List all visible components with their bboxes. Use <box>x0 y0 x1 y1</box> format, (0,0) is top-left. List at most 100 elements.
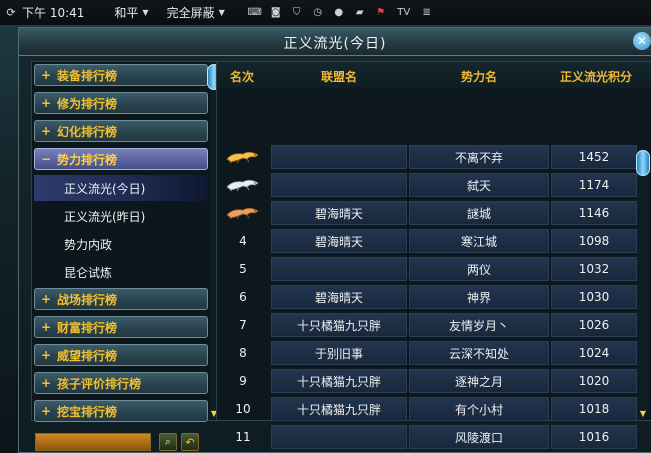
table-row[interactable]: 6 碧海晴天 神界 1030 <box>217 284 637 310</box>
sidebar-category-label: 战场排行榜 <box>57 292 118 307</box>
shield-icon[interactable]: ⛉ <box>289 6 305 20</box>
table-row[interactable]: 弑天 1174 <box>217 172 637 198</box>
flag-icon[interactable]: ⚑ <box>373 6 389 20</box>
table-row[interactable]: 10 十只橘猫九只胖 有个小村 1018 <box>217 396 637 422</box>
column-header-force[interactable]: 势力名 <box>409 68 549 85</box>
sidebar-category[interactable]: + 威望排行榜 <box>34 344 208 366</box>
cell-force: 云深不知处 <box>409 341 549 365</box>
expand-icon: + <box>40 96 52 110</box>
pk-mode-dropdown[interactable]: 和平 ▼ <box>110 0 148 26</box>
search-input[interactable] <box>35 433 151 451</box>
sidebar-category-label: 修为排行榜 <box>57 96 118 111</box>
sidebar-category[interactable]: + 装备排行榜 <box>34 64 208 86</box>
sidebar-category-label: 势力排行榜 <box>57 152 118 167</box>
cell-alliance <box>271 145 407 169</box>
sidebar-category[interactable]: − 势力排行榜 <box>34 148 208 170</box>
cell-score: 1032 <box>551 257 637 281</box>
table-row[interactable]: 8 于别旧事 云深不知处 1024 <box>217 340 637 366</box>
cell-alliance: 碧海晴天 <box>271 201 407 225</box>
sidebar-category-label: 威望排行榜 <box>57 348 118 363</box>
cell-alliance <box>271 425 407 449</box>
expand-icon: + <box>40 348 52 362</box>
table-row[interactable]: 碧海晴天 謎城 1146 <box>217 200 637 226</box>
cell-force: 有个小村 <box>409 397 549 421</box>
leopard-medal-icon <box>225 149 261 165</box>
leopard-medal-icon <box>225 205 261 221</box>
expand-icon: + <box>40 68 52 82</box>
sidebar-subitem[interactable]: 昆仑试炼 <box>34 259 208 285</box>
top-status-bar: ⟳ 下午 10:41 和平 ▼ 完全屏蔽 ▼ ⌨ ◙ ⛉ ◷ ● ▰ ⚑ TV … <box>0 0 651 26</box>
cell-score: 1024 <box>551 341 637 365</box>
cell-alliance <box>271 173 407 197</box>
sidebar-category-label: 幻化排行榜 <box>57 124 118 139</box>
leopard-medal-icon <box>225 177 261 193</box>
table-scrollbar[interactable]: ▼ <box>636 150 650 420</box>
sidebar-category-label: 孩子评价排行榜 <box>57 376 142 391</box>
cell-score: 1018 <box>551 397 637 421</box>
expand-icon: + <box>40 124 52 138</box>
chevron-down-icon: ▼ <box>142 8 149 17</box>
cell-rank: 7 <box>239 318 247 332</box>
sidebar-category[interactable]: + 挖宝排行榜 <box>34 400 208 422</box>
cell-force: 逐神之月 <box>409 369 549 393</box>
sidebar-subitem[interactable]: 正义流光(今日) <box>34 175 208 201</box>
table-header: 名次 联盟名 势力名 正义流光积分 <box>217 62 651 88</box>
table-row[interactable]: 9 十只橘猫九只胖 逐神之月 1020 <box>217 368 637 394</box>
cell-rank: 8 <box>239 346 247 360</box>
cell-alliance: 碧海晴天 <box>271 229 407 253</box>
cell-force: 不离不弃 <box>409 145 549 169</box>
sidebar-category[interactable]: + 孩子评价排行榜 <box>34 372 208 394</box>
column-header-rank[interactable]: 名次 <box>219 68 265 85</box>
cell-score: 1026 <box>551 313 637 337</box>
close-button[interactable]: ✕ <box>633 32 651 50</box>
sidebar-category[interactable]: + 修为排行榜 <box>34 92 208 114</box>
cell-rank: 4 <box>239 234 247 248</box>
cell-force: 神界 <box>409 285 549 309</box>
refresh-icon[interactable]: ⟳ <box>4 6 18 20</box>
cell-rank <box>219 201 267 225</box>
game-screen: ⟳ 下午 10:41 和平 ▼ 完全屏蔽 ▼ ⌨ ◙ ⛉ ◷ ● ▰ ⚑ TV … <box>0 0 651 453</box>
table-row[interactable]: 不离不弃 1452 <box>217 144 637 170</box>
tv-icon[interactable]: TV <box>394 6 414 20</box>
time-group: ⟳ 下午 10:41 <box>4 0 84 26</box>
ranking-window: 正义流光(今日) ✕ + 装备排行榜 + 修为排行榜 + 幻化排行榜 − 势力排行榜 正义流光(… <box>18 27 651 453</box>
cell-score: 1030 <box>551 285 637 309</box>
table-scroll-thumb[interactable] <box>636 150 650 176</box>
chat-icon[interactable]: ● <box>331 6 347 20</box>
cell-alliance: 碧海晴天 <box>271 285 407 309</box>
close-icon: ✕ <box>636 34 648 48</box>
sidebar-category-label: 装备排行榜 <box>57 68 118 83</box>
clock-text: 下午 10:41 <box>22 6 85 20</box>
clock-icon[interactable]: ◷ <box>310 6 326 20</box>
column-header-score[interactable]: 正义流光积分 <box>549 68 643 85</box>
camera-icon[interactable]: ◙ <box>268 6 284 20</box>
cell-alliance: 十只橘猫九只胖 <box>271 313 407 337</box>
cell-score: 1452 <box>551 145 637 169</box>
table-row[interactable]: 5 两仪 1032 <box>217 256 637 282</box>
sidebar-category-label: 财富排行榜 <box>57 320 118 335</box>
table-row[interactable]: 4 碧海晴天 寒江城 1098 <box>217 228 637 254</box>
cell-rank <box>219 173 267 197</box>
table-row[interactable]: 11 风陵渡口 1016 <box>217 424 637 450</box>
sidebar-subitem[interactable]: 正义流光(昨日) <box>34 203 208 229</box>
cell-force: 两仪 <box>409 257 549 281</box>
sidebar-category[interactable]: + 幻化排行榜 <box>34 120 208 142</box>
reset-button[interactable]: ↶ <box>181 433 199 451</box>
column-header-alliance[interactable]: 联盟名 <box>271 68 407 85</box>
cell-score: 1098 <box>551 229 637 253</box>
table-row[interactable]: 7 十只橘猫九只胖 友情岁月丶 1026 <box>217 312 637 338</box>
message-icon[interactable]: ▰ <box>352 6 368 20</box>
cell-force: 友情岁月丶 <box>409 313 549 337</box>
keyboard-icon[interactable]: ⌨ <box>247 6 263 20</box>
cell-alliance: 十只橘猫九只胖 <box>271 369 407 393</box>
search-button[interactable]: ⌕ <box>159 433 177 451</box>
sidebar-category[interactable]: + 财富排行榜 <box>34 316 208 338</box>
screen-filter-label: 完全屏蔽 <box>166 6 215 20</box>
sidebar-category[interactable]: + 战场排行榜 <box>34 288 208 310</box>
ranking-table: 名次 联盟名 势力名 正义流光积分 不离不弃 1452 弑天 1174 碧海晴天 謎城 11… <box>216 61 651 449</box>
scroll-down-arrow-icon[interactable]: ▼ <box>637 408 649 418</box>
collapse-icon: − <box>40 152 52 166</box>
sidebar-subitem[interactable]: 势力内政 <box>34 231 208 257</box>
screen-filter-dropdown[interactable]: 完全屏蔽 ▼ <box>163 0 225 26</box>
menu-icon[interactable]: ≣ <box>419 6 435 20</box>
